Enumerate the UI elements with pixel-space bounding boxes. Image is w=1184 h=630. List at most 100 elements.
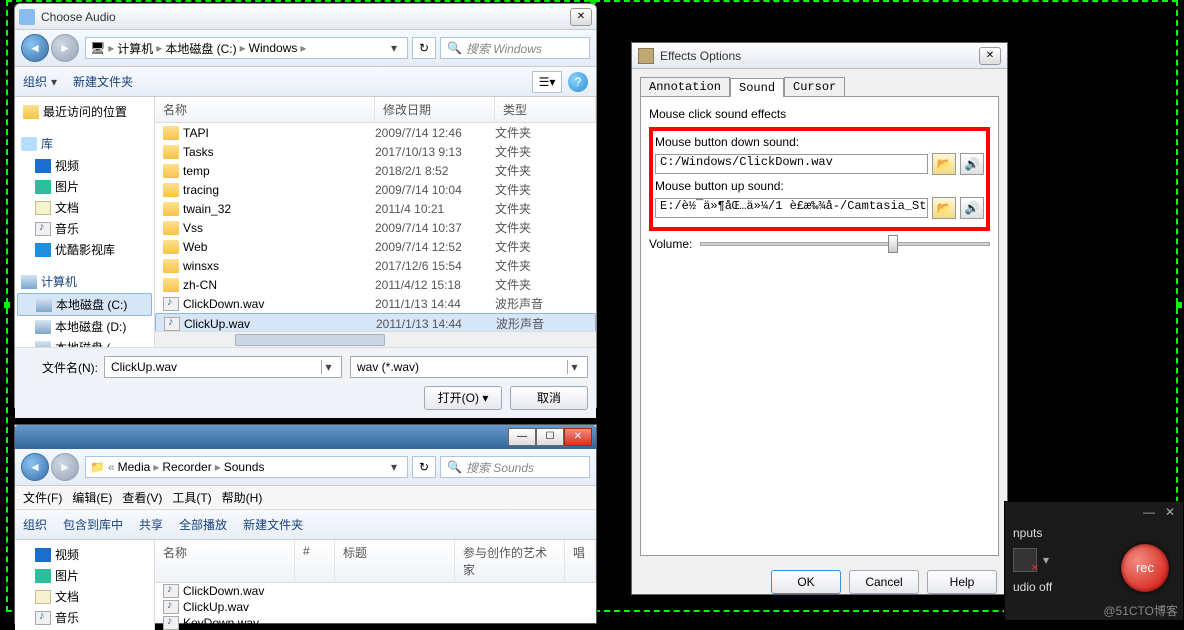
nav-back-button[interactable]: ◄ [21, 34, 49, 62]
play-all-button[interactable]: 全部播放 [179, 516, 227, 533]
slider-handle[interactable] [888, 235, 898, 253]
crumb-computer[interactable]: 计算机 [117, 40, 153, 57]
titlebar[interactable]: — ☐ ✕ [15, 425, 596, 449]
view-mode-button[interactable]: ☰▾ [532, 71, 562, 93]
file-row[interactable]: ClickUp.wav [155, 599, 596, 615]
col-album[interactable]: 唱 [565, 540, 596, 582]
file-row[interactable]: Tasks2017/10/13 9:13文件夹 [155, 142, 596, 161]
browse-up-button[interactable]: 📂 [932, 197, 956, 219]
sidebar-videos[interactable]: 视频 [17, 544, 152, 565]
file-row[interactable]: tracing2009/7/14 10:04文件夹 [155, 180, 596, 199]
crumb-windows[interactable]: Windows [249, 41, 298, 55]
cancel-button[interactable]: Cancel [849, 570, 919, 594]
file-row[interactable]: zh-CN2011/4/12 15:18文件夹 [155, 275, 596, 294]
breadcrumb[interactable]: 📁 « Media ▸ Recorder ▸ Sounds ▾ [85, 456, 408, 478]
sidebar-youku[interactable]: 优酷影视库 [17, 239, 152, 260]
file-row[interactable]: winsxs2017/12/6 15:54文件夹 [155, 256, 596, 275]
sidebar-recent[interactable]: 最近访问的位置 [17, 101, 152, 122]
up-sound-input[interactable]: E:/è½¯ä»¶åŒ…ä»¼/1 è£æ‰¾å-/Camtasia_Studi… [655, 198, 928, 218]
menu-view[interactable]: 查看(V) [122, 489, 162, 506]
nav-forward-button[interactable]: ► [51, 34, 79, 62]
col-name[interactable]: 名称 [155, 540, 295, 582]
col-type[interactable]: 类型 [495, 97, 596, 122]
open-button[interactable]: 打开(O) ▾ [424, 386, 502, 410]
nav-forward-button[interactable]: ► [51, 453, 79, 481]
file-row[interactable]: ClickDown.wav [155, 583, 596, 599]
horizontal-scrollbar[interactable] [155, 331, 596, 347]
crumb-drive-c[interactable]: 本地磁盘 (C:) [165, 40, 236, 57]
crumb-recorder[interactable]: Recorder [162, 460, 211, 474]
sidebar-drive-d[interactable]: 本地磁盘 (D:) [17, 316, 152, 337]
maximize-button[interactable]: ☐ [536, 428, 564, 446]
volume-slider[interactable] [700, 242, 990, 246]
titlebar[interactable]: Effects Options ✕ [632, 43, 1007, 69]
file-row[interactable]: ClickDown.wav2011/1/13 14:44波形声音 [155, 294, 596, 313]
tab-annotation[interactable]: Annotation [640, 77, 730, 96]
menu-file[interactable]: 文件(F) [23, 489, 62, 506]
close-button[interactable]: ✕ [979, 47, 1001, 65]
menu-edit[interactable]: 编辑(E) [72, 489, 112, 506]
organize-menu[interactable]: 组织 [23, 516, 47, 533]
down-sound-input[interactable]: C:/Windows/ClickDown.wav [655, 154, 928, 174]
breadcrumb-dropdown[interactable]: ▾ [385, 460, 403, 474]
browse-down-button[interactable]: 📂 [932, 153, 956, 175]
include-library-menu[interactable]: 包含到库中 [63, 516, 123, 533]
sidebar-videos[interactable]: 视频 [17, 155, 152, 176]
new-folder-button[interactable]: 新建文件夹 [243, 516, 303, 533]
sidebar-drive-c[interactable]: 本地磁盘 (C:) [17, 293, 152, 316]
file-row[interactable]: TAPI2009/7/14 12:46文件夹 [155, 123, 596, 142]
file-row[interactable]: ClickUp.wav2011/1/13 14:44波形声音 [155, 313, 596, 331]
search-input[interactable]: 🔍 搜索 Windows [440, 37, 590, 59]
play-down-button[interactable]: 🔊 [960, 153, 984, 175]
file-row[interactable]: twain_322011/4 10:21文件夹 [155, 199, 596, 218]
close-button[interactable]: ✕ [570, 8, 592, 26]
file-row[interactable]: Web2009/7/14 12:52文件夹 [155, 237, 596, 256]
sidebar-computer[interactable]: 计算机 [17, 270, 152, 293]
help-button[interactable]: Help [927, 570, 997, 594]
col-date[interactable]: 修改日期 [375, 97, 495, 122]
close-icon[interactable]: ✕ [1165, 505, 1175, 519]
crumb-media[interactable]: Media [118, 460, 151, 474]
play-up-button[interactable]: 🔊 [960, 197, 984, 219]
filter-select[interactable]: wav (*.wav)▾ [350, 356, 588, 378]
ok-button[interactable]: OK [771, 570, 841, 594]
filename-input[interactable]: ClickUp.wav▾ [104, 356, 342, 378]
cancel-button[interactable]: 取消 [510, 386, 588, 410]
sidebar-documents[interactable]: 文档 [17, 197, 152, 218]
sidebar-music[interactable]: 音乐 [17, 607, 152, 628]
mic-icon[interactable]: ✕ [1013, 548, 1037, 572]
organize-menu[interactable]: 组织 [23, 73, 57, 90]
close-button[interactable]: ✕ [564, 428, 592, 446]
file-row[interactable]: KeyDown.wav [155, 615, 596, 630]
refresh-button[interactable]: ↻ [412, 37, 436, 59]
breadcrumb[interactable]: 🖥 ▸ 计算机 ▸ 本地磁盘 (C:) ▸ Windows ▸ ▾ [85, 37, 408, 59]
share-menu[interactable]: 共享 [139, 516, 163, 533]
sidebar-music[interactable]: 音乐 [17, 218, 152, 239]
tab-cursor[interactable]: Cursor [784, 77, 845, 96]
tab-sound[interactable]: Sound [730, 78, 784, 97]
col-name[interactable]: 名称 [155, 97, 375, 122]
col-num[interactable]: # [295, 540, 335, 582]
file-row[interactable]: Vss2009/7/14 10:37文件夹 [155, 218, 596, 237]
minimize-button[interactable]: — [508, 428, 536, 446]
menu-tools[interactable]: 工具(T) [172, 489, 211, 506]
col-title[interactable]: 标题 [335, 540, 455, 582]
col-artist[interactable]: 参与创作的艺术家 [455, 540, 565, 582]
file-list[interactable]: TAPI2009/7/14 12:46文件夹Tasks2017/10/13 9:… [155, 123, 596, 331]
menu-help[interactable]: 帮助(H) [222, 489, 263, 506]
file-list[interactable]: ClickDown.wavClickUp.wavKeyDown.wav [155, 583, 596, 630]
file-row[interactable]: temp2018/2/1 8:52文件夹 [155, 161, 596, 180]
sidebar-documents[interactable]: 文档 [17, 586, 152, 607]
sidebar-drive-other[interactable]: 本地磁盘 ( [17, 337, 152, 347]
sidebar-pictures[interactable]: 图片 [17, 176, 152, 197]
titlebar[interactable]: Choose Audio ✕ [15, 4, 596, 30]
record-button[interactable]: rec [1121, 544, 1169, 592]
breadcrumb-dropdown[interactable]: ▾ [385, 41, 403, 55]
minimize-icon[interactable]: — [1143, 505, 1155, 519]
crumb-sounds[interactable]: Sounds [224, 460, 265, 474]
sidebar-libraries[interactable]: 库 [17, 132, 152, 155]
nav-back-button[interactable]: ◄ [21, 453, 49, 481]
new-folder-button[interactable]: 新建文件夹 [73, 73, 133, 90]
refresh-button[interactable]: ↻ [412, 456, 436, 478]
sidebar-pictures[interactable]: 图片 [17, 565, 152, 586]
